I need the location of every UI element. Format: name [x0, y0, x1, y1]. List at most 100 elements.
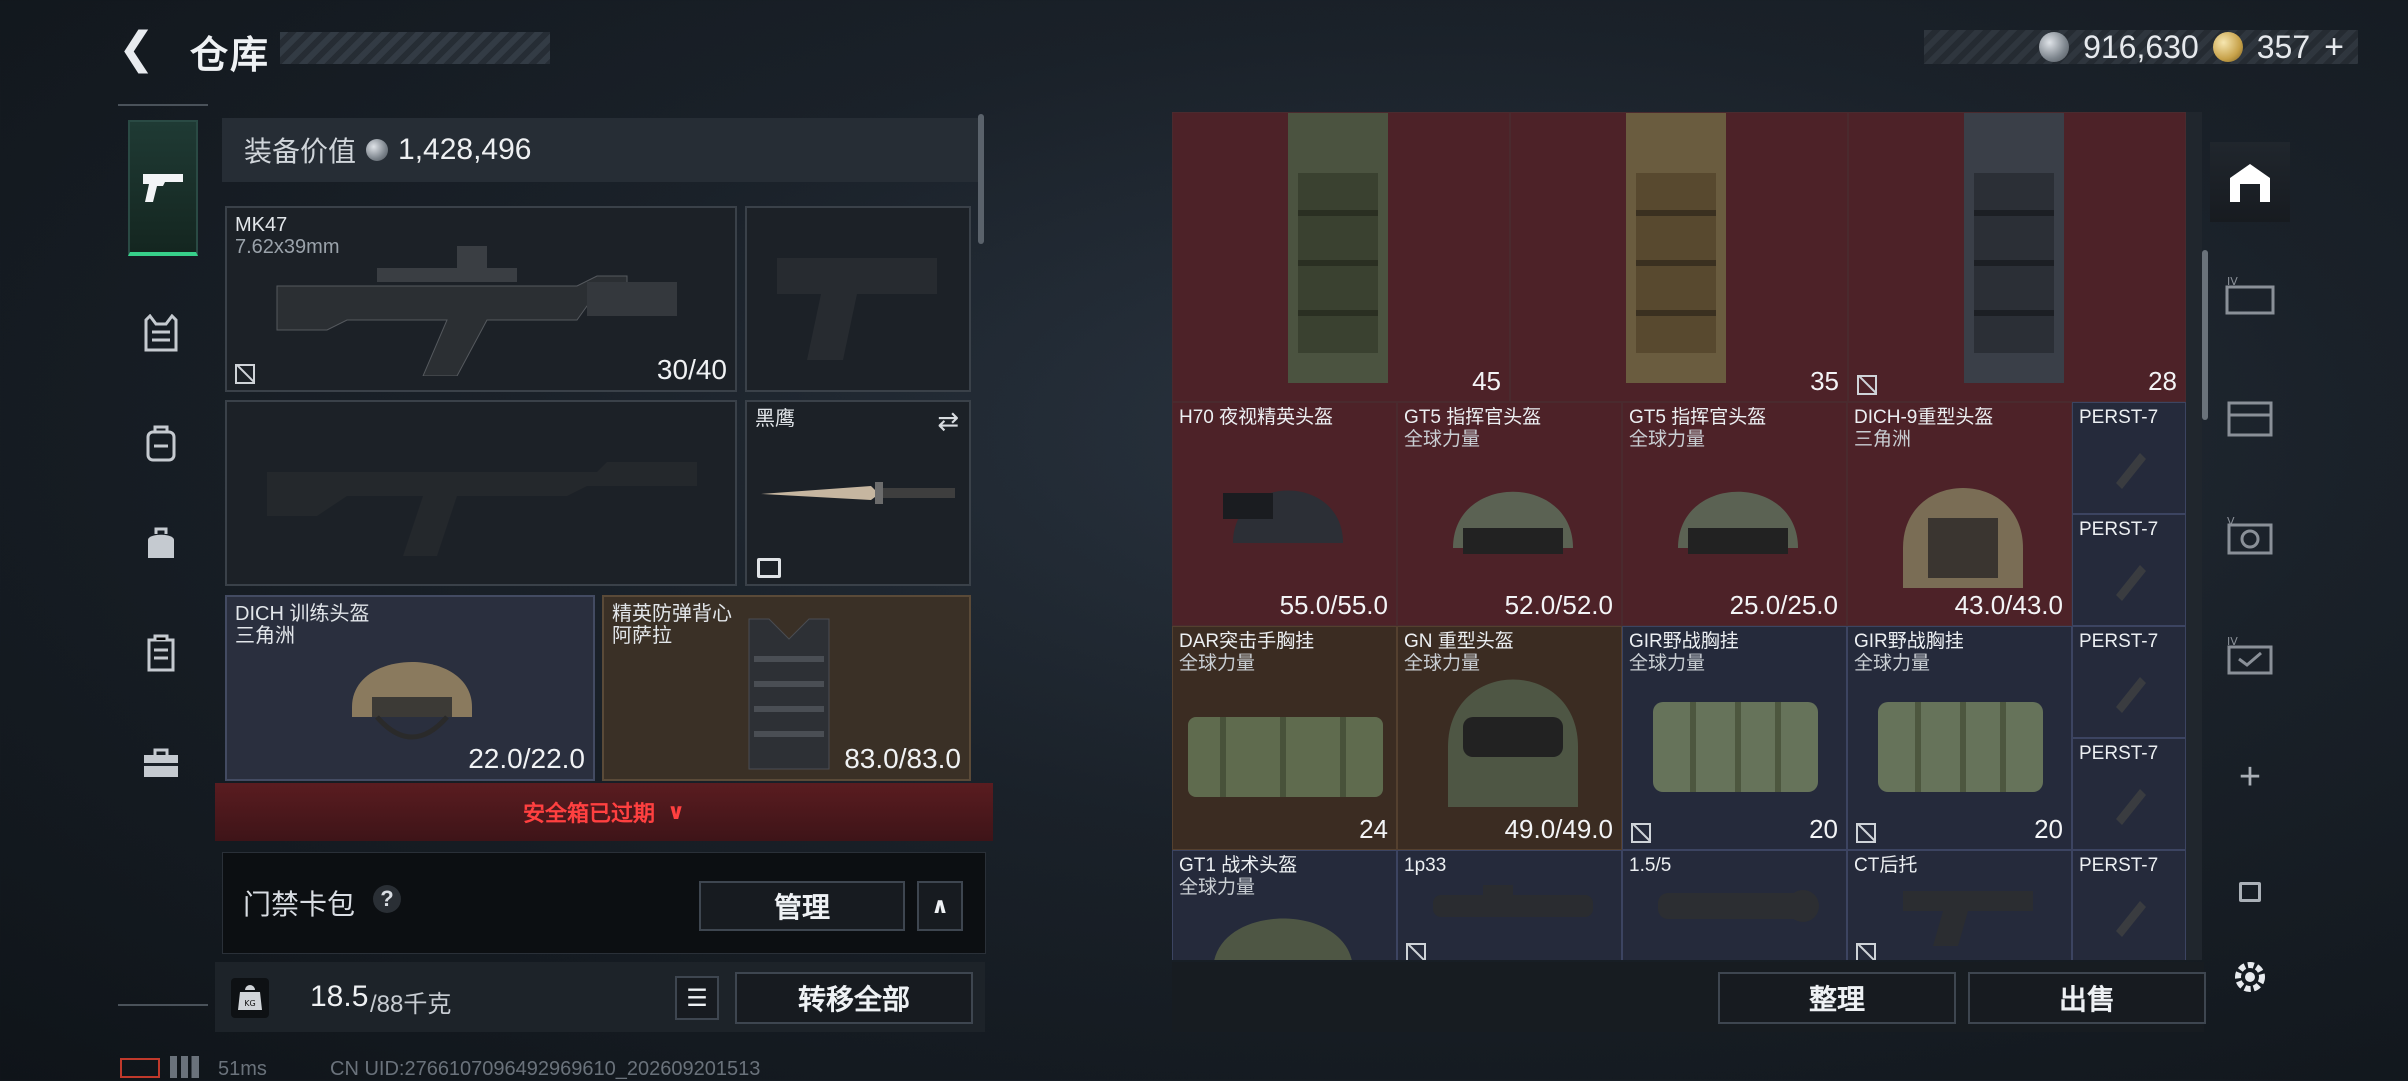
stash-item-backpack[interactable]: 28: [1848, 112, 2186, 402]
category-weapons[interactable]: [128, 120, 198, 256]
svg-text:KG: KG: [244, 999, 255, 1008]
stash-item-helmet[interactable]: GN 重型头盔 全球力量 49.0/49.0: [1397, 626, 1622, 850]
gold-amount: 357: [2256, 28, 2311, 65]
helmet-slot[interactable]: DICH 训练头盔 三角洲 22.0/22.0: [225, 595, 595, 781]
primary-weapon-slot[interactable]: MK47 7.62x39mm 30/40: [225, 206, 737, 392]
attachment-image: [2116, 565, 2146, 601]
stash-item-helmet[interactable]: DICH-9重型头盔 三角洲 43.0/43.0: [1847, 402, 2072, 626]
stash-item-helmet[interactable]: H70 夜视精英头盔 55.0/55.0: [1172, 402, 1397, 626]
stash-item-chest-rig[interactable]: GIR野战胸挂 全球力量 20: [1847, 626, 2072, 850]
stash-item-scope[interactable]: 1p33: [1397, 850, 1622, 960]
stash-item-backpack[interactable]: 45: [1172, 112, 1510, 402]
stash-item-chest-rig[interactable]: GIR野战胸挂 全球力量 20: [1622, 626, 1847, 850]
weight-max: /88千克: [370, 991, 452, 1018]
melee-slot[interactable]: 黑鹰 ⇄: [745, 400, 971, 586]
stash-item-perst7[interactable]: PERST-7: [2072, 514, 2186, 626]
add-currency-button[interactable]: +: [2324, 28, 2344, 67]
helmet-image: [1214, 918, 1352, 960]
helmet-image: [1903, 488, 2023, 588]
stash-box-icon: [2227, 401, 2273, 437]
title-decoration: [280, 32, 550, 64]
stock-image: [1903, 891, 2033, 946]
stash-tab-iv-a[interactable]: IV: [2210, 262, 2290, 332]
uid-text: CN UID:2766107096492969610_202609201513: [330, 1058, 761, 1080]
stash-item-scope[interactable]: 1.5/5: [1622, 850, 1847, 960]
weight-bar: KG 18.5 /88千克 ☰ 转移全部: [215, 962, 985, 1032]
signal-icon: [170, 1056, 206, 1078]
no-drop-icon: [1856, 943, 1876, 960]
settings-button[interactable]: [2210, 942, 2290, 1012]
stash-item-backpack[interactable]: 35: [1510, 112, 1848, 402]
armor-slot[interactable]: 精英防弹背心 阿萨拉 83.0/83.0: [602, 595, 971, 781]
stash-item-perst7[interactable]: PERST-7: [2072, 738, 2186, 850]
category-backpack[interactable]: [128, 410, 194, 476]
stash-tab-main[interactable]: [2210, 142, 2290, 222]
item-durability: 55.0/55.0: [1279, 590, 1388, 620]
sell-button[interactable]: 出售: [1968, 972, 2206, 1024]
item-origin: 全球力量: [1179, 653, 1256, 674]
collapse-button[interactable]: ∧: [917, 881, 963, 931]
swap-icon[interactable]: ⇄: [937, 406, 959, 437]
item-name: 1.5/5: [1629, 855, 1672, 876]
manage-button[interactable]: 管理: [699, 881, 905, 931]
transfer-all-button[interactable]: 转移全部: [735, 972, 973, 1024]
weight-icon: KG: [231, 978, 269, 1018]
silver-coin-icon: [366, 139, 389, 161]
category-bag[interactable]: [128, 510, 194, 576]
warehouse-icon: [2230, 164, 2270, 202]
item-name: PERST-7: [2079, 743, 2159, 764]
pistol-icon: [143, 174, 183, 202]
secondary-weapon-slot[interactable]: [225, 400, 737, 586]
category-toolbox[interactable]: [128, 730, 194, 796]
stash-tab-iv-c[interactable]: IV: [2210, 622, 2290, 692]
stash-item-chest-rig[interactable]: DAR突击手胸挂 全球力量 24: [1172, 626, 1397, 850]
stash-item-perst7[interactable]: PERST-7: [2072, 850, 2186, 960]
item-name: DAR突击手胸挂: [1179, 631, 1315, 652]
item-name: CT后托: [1854, 855, 1918, 876]
stash-item-helmet[interactable]: GT5 指挥官头盔 全球力量 52.0/52.0: [1397, 402, 1622, 626]
item-name: 1p33: [1404, 855, 1447, 876]
svg-text:IV: IV: [2227, 635, 2238, 648]
gear-icon: [2235, 962, 2265, 992]
list-view-button[interactable]: ☰: [675, 976, 719, 1020]
chest-rig-image: [1878, 702, 2043, 792]
back-button[interactable]: ❮: [118, 24, 164, 74]
weapon-durability: 30/40: [656, 354, 727, 385]
gold-coin-icon: [2212, 32, 2243, 62]
category-vest[interactable]: [128, 300, 194, 366]
locked-stash-tab[interactable]: [2210, 857, 2290, 927]
stash-item-perst7[interactable]: PERST-7: [2072, 626, 2186, 738]
backpack-image: [1626, 113, 1726, 383]
stash-item-perst7[interactable]: PERST-7: [2072, 402, 2186, 514]
safebox-expired-bar[interactable]: 安全箱已过期 ∨: [215, 783, 993, 841]
equipment-value-label: 装备价值: [244, 136, 357, 167]
pistol-slot[interactable]: [745, 206, 971, 392]
stash-item-helmet[interactable]: GT5 指挥官头盔 全球力量 25.0/25.0: [1622, 402, 1847, 626]
stash-grid: 45 35 28 H70 夜视精英头盔 55.0/55.0 GT5 指挥官头盔全…: [1172, 112, 2202, 960]
helmet-image: [1448, 679, 1578, 807]
item-name: GIR野战胸挂: [1854, 631, 1964, 652]
item-name: GT5 指挥官头盔: [1404, 407, 1542, 428]
category-case[interactable]: [128, 620, 194, 686]
no-drop-icon: [1631, 823, 1651, 843]
stash-tab-v[interactable]: V: [2210, 502, 2290, 572]
item-origin: 全球力量: [1854, 653, 1931, 674]
help-icon[interactable]: ?: [373, 885, 401, 913]
sort-button[interactable]: 整理: [1718, 972, 1956, 1024]
equipment-scrollbar[interactable]: [978, 114, 984, 244]
page-title: 仓库: [190, 35, 271, 77]
stash-item-stock[interactable]: CT后托: [1847, 850, 2072, 960]
item-count: 24: [1359, 814, 1388, 844]
item-name: GIR野战胸挂: [1629, 631, 1739, 652]
stash-tab-iv-b[interactable]: [2210, 382, 2290, 452]
plus-icon: +: [2238, 755, 2262, 798]
no-drop-icon: [1406, 943, 1426, 960]
stash-item-helmet[interactable]: GT1 战术头盔 全球力量: [1172, 850, 1397, 960]
chevron-up-icon: ∧: [931, 893, 949, 918]
armor-origin: 阿萨拉: [612, 625, 672, 647]
stash-scrollbar[interactable]: [2202, 250, 2208, 420]
attachment-image: [2116, 677, 2146, 713]
rail-divider-top: [118, 104, 208, 106]
battery-icon: [120, 1058, 160, 1078]
add-stash-tab-button[interactable]: +: [2210, 742, 2290, 812]
